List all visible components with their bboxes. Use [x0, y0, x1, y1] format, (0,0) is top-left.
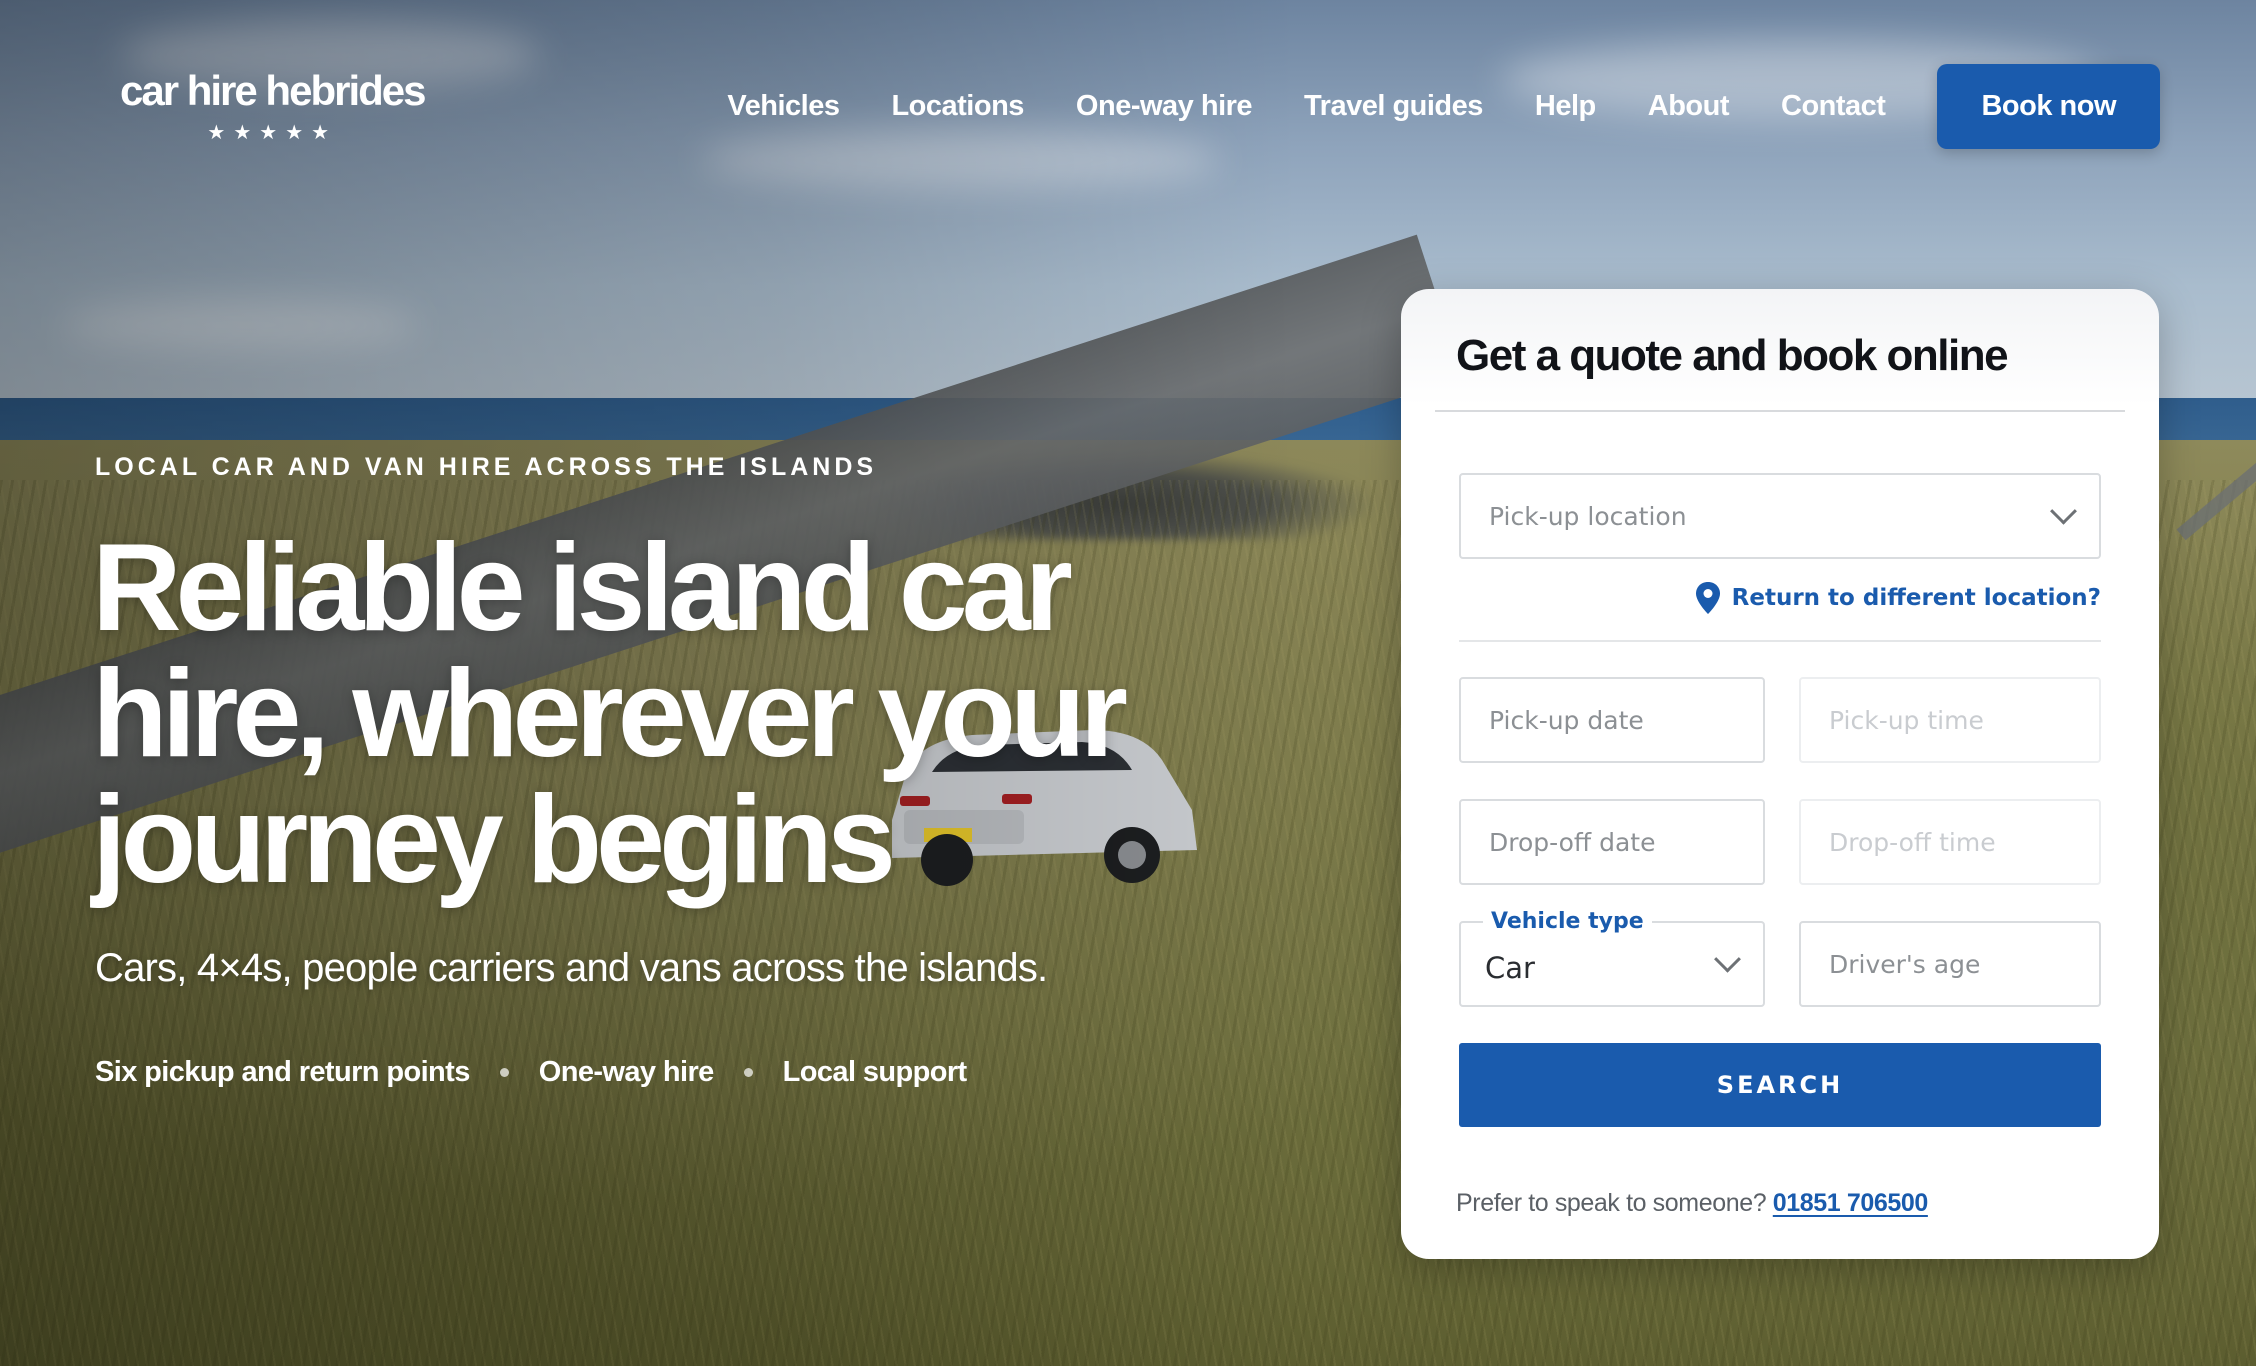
dropoff-date-placeholder: Drop-off date — [1489, 827, 1656, 857]
map-pin-icon — [1695, 582, 1720, 614]
nav-about[interactable]: About — [1648, 90, 1730, 123]
nav-vehicles[interactable]: Vehicles — [727, 90, 840, 123]
return-link-label: Return to different location? — [1731, 585, 2101, 611]
quote-card: Get a quote and book online Pick-up loca… — [1401, 289, 2159, 1259]
feature-item: Local support — [782, 1056, 968, 1088]
search-button[interactable]: SEARCH — [1459, 1043, 2101, 1127]
brand-logo[interactable]: car hire hebrides ★★★★★ — [120, 67, 426, 145]
dropoff-time-placeholder: Drop-off time — [1829, 827, 1996, 857]
hero-eyebrow: LOCAL CAR AND VAN HIRE ACROSS THE ISLAND… — [95, 453, 878, 481]
nav-travel-guides[interactable]: Travel guides — [1304, 90, 1483, 123]
phone-prompt: Prefer to speak to someone? 01851 706500 — [1456, 1189, 1928, 1218]
chevron-down-icon — [1714, 945, 1741, 973]
phone-number-link[interactable]: 01851 706500 — [1773, 1189, 1928, 1217]
pickup-location-placeholder: Pick-up location — [1489, 501, 1687, 531]
vehicle-type-value: Car — [1485, 951, 1535, 985]
nav-help[interactable]: Help — [1535, 90, 1596, 123]
divider — [1435, 410, 2125, 412]
headline-line-2: hire, wherever your — [92, 645, 1128, 783]
vehicle-type-select[interactable]: Vehicle type Car — [1459, 909, 1765, 1007]
dropoff-date-field[interactable]: Drop-off date — [1459, 799, 1765, 885]
separator-dot — [743, 1068, 753, 1077]
book-now-button[interactable]: Book now — [1937, 64, 2160, 149]
chevron-down-icon — [2050, 497, 2077, 525]
pickup-time-field[interactable]: Pick-up time — [1799, 677, 2101, 763]
nav-contact[interactable]: Contact — [1781, 90, 1886, 123]
vehicle-type-label: Vehicle type — [1483, 909, 1652, 934]
divider — [1459, 640, 2101, 642]
quote-card-title: Get a quote and book online — [1456, 331, 2009, 380]
pickup-date-field[interactable]: Pick-up date — [1459, 677, 1765, 763]
feature-item: One-way hire — [538, 1056, 715, 1088]
headline-line-3: journey begins — [92, 771, 896, 909]
headline-line-1: Reliable island car — [92, 519, 1073, 657]
brand-stars: ★★★★★ — [207, 122, 338, 144]
main-nav: Vehicles Locations One-way hire Travel g… — [727, 64, 2160, 149]
drivers-age-placeholder: Driver's age — [1829, 949, 1981, 979]
drivers-age-field[interactable]: Driver's age — [1799, 921, 2101, 1007]
separator-dot — [499, 1068, 509, 1077]
hero-features: Six pickup and return points One-way hir… — [95, 1056, 967, 1089]
pickup-date-placeholder: Pick-up date — [1489, 705, 1644, 735]
dropoff-time-field[interactable]: Drop-off time — [1799, 799, 2101, 885]
nav-one-way-hire[interactable]: One-way hire — [1076, 90, 1253, 123]
hero-subline: Cars, 4×4s, people carriers and vans acr… — [95, 946, 1048, 990]
return-different-location-link[interactable]: Return to different location? — [1694, 581, 2101, 615]
nav-locations[interactable]: Locations — [891, 90, 1024, 123]
hero-headline: Reliable island car hire, wherever your … — [92, 525, 1242, 903]
feature-item: Six pickup and return points — [95, 1056, 470, 1088]
brand-name: car hire hebrides — [120, 67, 426, 114]
phone-prompt-text: Prefer to speak to someone? — [1456, 1189, 1767, 1217]
pickup-location-select[interactable]: Pick-up location — [1459, 473, 2101, 559]
pickup-time-placeholder: Pick-up time — [1829, 705, 1984, 735]
